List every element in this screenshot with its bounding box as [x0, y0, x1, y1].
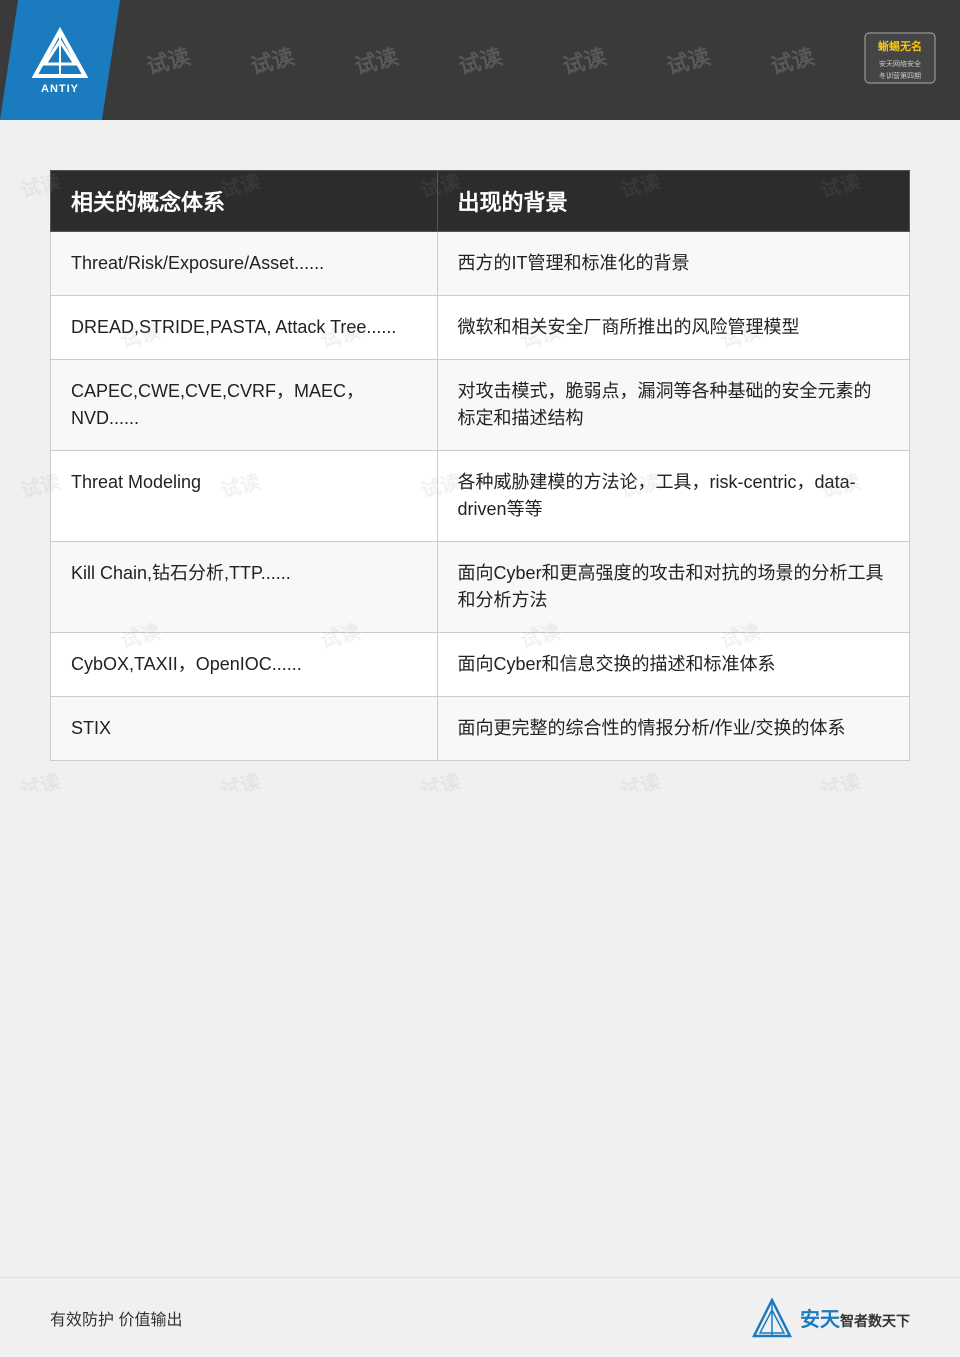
table-row: Threat Modeling各种威胁建模的方法论，工具，risk-centri… [51, 451, 910, 542]
main-wm-22: 试读 [617, 765, 663, 791]
table-cell-col2: 面向Cyber和更高强度的攻击和对抗的场景的分析工具和分析方法 [437, 542, 909, 633]
table-row: STIX面向更完整的综合性的情报分析/作业/交换的体系 [51, 697, 910, 761]
svg-text:安天网络安全: 安天网络安全 [879, 59, 921, 68]
table-cell-col2: 各种威胁建模的方法论，工具，risk-centric，data-driven等等 [437, 451, 909, 542]
table-cell-col2: 面向Cyber和信息交换的描述和标准体系 [437, 633, 909, 697]
main-wm-23: 试读 [817, 765, 863, 791]
table-cell-col1: DREAD,STRIDE,PASTA, Attack Tree...... [51, 296, 438, 360]
logo-text: ANTIY [41, 83, 79, 95]
footer-brand: 安天智者数天下 [752, 1298, 910, 1338]
table-cell-col1: Kill Chain,钻石分析,TTP...... [51, 542, 438, 633]
main-wm-21: 试读 [417, 765, 463, 791]
footer-brand-sub: 智者数天下 [840, 1313, 910, 1329]
table-row: CybOX,TAXII，OpenIOC......面向Cyber和信息交换的描述… [51, 633, 910, 697]
svg-text:冬训营第四期: 冬训营第四期 [879, 71, 921, 80]
header-brand: 蜥蜴无名 安天网络安全 冬训营第四期 [860, 28, 940, 93]
table-cell-col2: 西方的IT管理和标准化的背景 [437, 232, 909, 296]
table-row: Kill Chain,钻石分析,TTP......面向Cyber和更高强度的攻击… [51, 542, 910, 633]
footer-brand-text: 安天智者数天下 [800, 1303, 910, 1332]
footer: 有效防护 价值输出 安天智者数天下 [0, 1277, 960, 1357]
logo-icon [30, 26, 90, 81]
main-wm-19: 试读 [17, 765, 63, 791]
main-wm-20: 试读 [217, 765, 263, 791]
table-row: CAPEC,CWE,CVE,CVRF，MAEC，NVD......对攻击模式，脆… [51, 360, 910, 451]
table-cell-col1: CAPEC,CWE,CVE,CVRF，MAEC，NVD...... [51, 360, 438, 451]
watermark-5: 试读 [559, 39, 610, 81]
footer-logo-icon [752, 1298, 792, 1338]
table-cell-col1: CybOX,TAXII，OpenIOC...... [51, 633, 438, 697]
table-row: DREAD,STRIDE,PASTA, Attack Tree......微软和… [51, 296, 910, 360]
table-row: Threat/Risk/Exposure/Asset......西方的IT管理和… [51, 232, 910, 296]
main-table: 相关的概念体系 出现的背景 Threat/Risk/Exposure/Asset… [50, 170, 910, 761]
header-watermarks: 试读 试读 试读 试读 试读 试读 试读 [0, 0, 960, 120]
watermark-2: 试读 [247, 39, 298, 81]
table-cell-col1: STIX [51, 697, 438, 761]
table-cell-col1: Threat Modeling [51, 451, 438, 542]
watermark-7: 试读 [767, 39, 818, 81]
watermark-4: 试读 [455, 39, 506, 81]
col1-header: 相关的概念体系 [51, 171, 438, 232]
table-cell-col1: Threat/Risk/Exposure/Asset...... [51, 232, 438, 296]
table-cell-col2: 面向更完整的综合性的情报分析/作业/交换的体系 [437, 697, 909, 761]
footer-tagline: 有效防护 价值输出 [50, 1306, 182, 1330]
footer-brand-name: 安天 [800, 1309, 840, 1331]
watermark-1: 试读 [143, 39, 194, 81]
table-cell-col2: 对攻击模式，脆弱点，漏洞等各种基础的安全元素的标定和描述结构 [437, 360, 909, 451]
main-content: 试读 试读 试读 试读 试读 试读 试读 试读 试读 试读 试读 试读 试读 试… [0, 120, 960, 791]
watermark-3: 试读 [351, 39, 402, 81]
table-header-row: 相关的概念体系 出现的背景 [51, 171, 910, 232]
table-cell-col2: 微软和相关安全厂商所推出的风险管理模型 [437, 296, 909, 360]
watermark-6: 试读 [663, 39, 714, 81]
svg-text:蜥蜴无名: 蜥蜴无名 [878, 39, 922, 53]
col2-header: 出现的背景 [437, 171, 909, 232]
logo: ANTIY [0, 0, 120, 120]
header: 试读 试读 试读 试读 试读 试读 试读 ANTIY 蜥蜴无名 安天网络安全 冬… [0, 0, 960, 120]
header-brand-icon: 蜥蜴无名 安天网络安全 冬训营第四期 [860, 28, 940, 88]
